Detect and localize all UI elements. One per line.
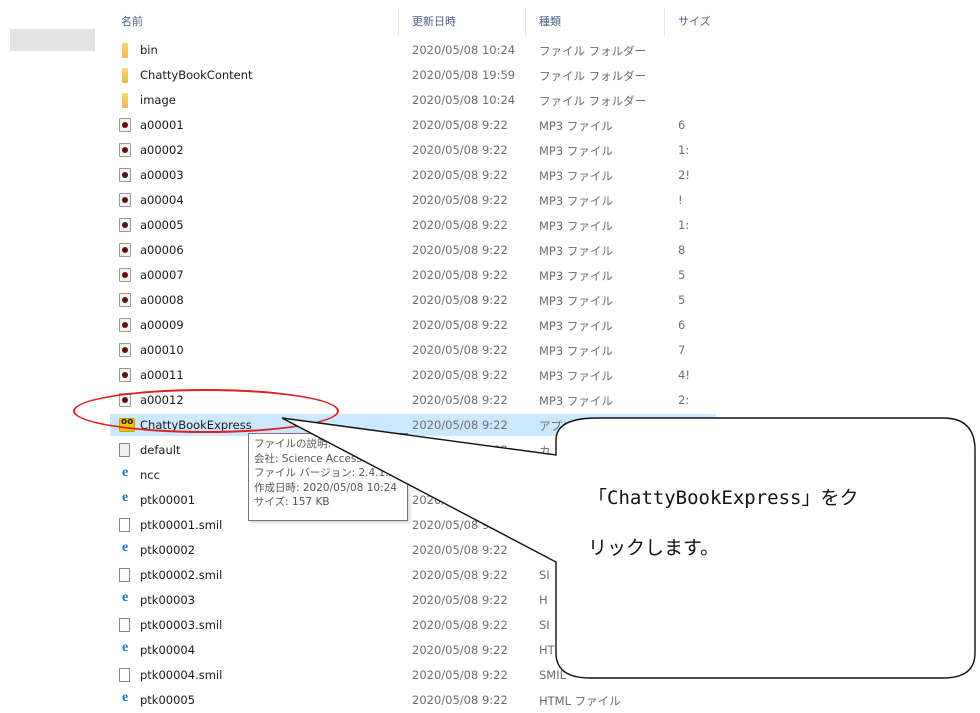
- callout-bubble: [281, 417, 976, 679]
- file-date: 2020/05/08 9:22: [412, 693, 508, 707]
- callout-line-1: 「ChattyBookExpress」をク: [588, 487, 859, 509]
- callout-text: 「ChattyBookExpress」をク リックします。: [588, 473, 928, 573]
- callout-line-2: リックします。: [588, 537, 720, 559]
- html-file-icon: e: [122, 690, 129, 705]
- file-type: HTML ファイル: [539, 694, 621, 708]
- file-row[interactable]: e ptk00005 2020/05/08 9:22 HTML ファイル: [0, 688, 730, 713]
- file-name: ptk00005: [140, 693, 196, 707]
